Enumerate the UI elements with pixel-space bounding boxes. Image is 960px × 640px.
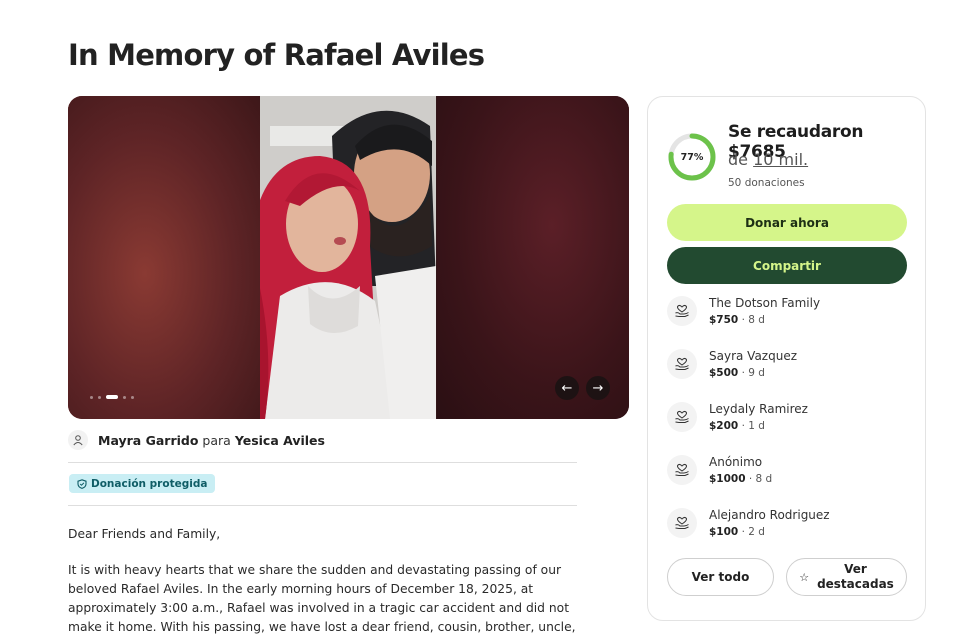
featured-label-line1: Ver	[844, 562, 867, 576]
gallery-backdrop-left	[68, 96, 260, 419]
heart-hand-icon	[667, 402, 697, 432]
featured-label: Ver destacadas	[817, 562, 894, 592]
donation-sidebar: 77% Se recaudaron $7685 de 10 mil. 50 do…	[647, 96, 926, 621]
recent-donations-list: The Dotson Family $750 · 8 d Sayra Vazqu…	[667, 296, 907, 561]
story-greeting: Dear Friends and Family,	[68, 527, 221, 541]
donor-name: Alejandro Rodriguez	[709, 508, 830, 522]
progress-percent: 77%	[680, 151, 704, 163]
donation-amount: $500	[709, 367, 739, 379]
donation-meta: $100 · 2 d	[709, 526, 765, 538]
donation-meta: $500 · 9 d	[709, 367, 765, 379]
protected-donation-badge[interactable]: Donación protegida	[69, 474, 216, 493]
see-all-button[interactable]: Ver todo	[667, 558, 774, 596]
donation-item: The Dotson Family $750 · 8 d	[667, 296, 907, 349]
person-icon	[68, 430, 88, 450]
slide-dot-active[interactable]	[106, 395, 118, 399]
donation-amount: $100	[709, 526, 739, 538]
heart-hand-icon	[667, 349, 697, 379]
heart-hand-icon	[667, 296, 697, 326]
donor-name: Anónimo	[709, 455, 763, 469]
featured-label-line2: destacadas	[817, 577, 894, 591]
donation-time: · 8 d	[745, 473, 773, 485]
donation-meta: $1000 · 8 d	[709, 473, 772, 485]
couple-photo-illustration	[260, 96, 436, 419]
donation-item: Leydaly Ramirez $200 · 1 d	[667, 402, 907, 455]
slide-dot[interactable]	[131, 395, 134, 399]
next-slide-button[interactable]: →	[586, 376, 610, 400]
arrow-left-icon: ←	[561, 380, 573, 396]
donation-time: · 2 d	[738, 526, 765, 538]
donations-count: 50 donaciones	[728, 177, 805, 189]
arrow-right-icon: →	[592, 380, 604, 396]
donation-time: · 9 d	[738, 367, 765, 379]
donor-name: The Dotson Family	[709, 296, 821, 310]
previous-slide-button[interactable]: ←	[555, 376, 579, 400]
slide-dot[interactable]	[90, 395, 93, 399]
photo-gallery[interactable]: ← →	[68, 96, 629, 419]
goal-prefix: de	[728, 150, 748, 169]
heart-hand-icon	[667, 455, 697, 485]
goal-amount[interactable]: 10 mil.	[753, 150, 808, 169]
story-paragraph: It is with heavy hearts that we share th…	[68, 563, 576, 640]
donor-name: Leydaly Ramirez	[709, 402, 808, 416]
donor-name: Sayra Vazquez	[709, 349, 798, 363]
beneficiary-name[interactable]: Yesica Aviles	[235, 433, 325, 448]
fundraiser-story: Dear Friends and Family, It is with heav…	[68, 525, 583, 640]
organizer-connector: para	[202, 432, 231, 448]
star-icon: ☆	[799, 570, 810, 584]
shield-icon	[77, 478, 87, 489]
heart-hand-icon	[667, 508, 697, 538]
fundraiser-photo[interactable]	[260, 96, 436, 419]
divider	[68, 462, 577, 463]
donate-now-button[interactable]: Donar ahora	[667, 204, 907, 241]
gallery-backdrop-right	[437, 96, 629, 419]
badge-label: Donación protegida	[91, 477, 208, 490]
donation-amount: $750	[709, 314, 739, 326]
slide-indicator[interactable]	[90, 395, 134, 399]
see-featured-button[interactable]: ☆ Ver destacadas	[786, 558, 907, 596]
donation-meta: $200 · 1 d	[709, 420, 765, 432]
donation-time: · 8 d	[738, 314, 765, 326]
goal-text: de 10 mil.	[728, 150, 808, 169]
slide-dot[interactable]	[98, 395, 101, 399]
organizer-line: Mayra Garrido para Yesica Aviles	[68, 430, 325, 450]
donation-time: · 1 d	[738, 420, 765, 432]
slide-dot[interactable]	[123, 395, 126, 399]
donation-item: Alejandro Rodriguez $100 · 2 d	[667, 508, 907, 561]
donation-meta: $750 · 8 d	[709, 314, 765, 326]
divider	[68, 505, 577, 506]
share-button[interactable]: Compartir	[667, 247, 907, 284]
page-title: In Memory of Rafael Aviles	[68, 38, 485, 72]
donation-amount: $1000	[709, 473, 746, 485]
donation-amount: $200	[709, 420, 739, 432]
donation-item: Anónimo $1000 · 8 d	[667, 455, 907, 508]
donation-item: Sayra Vazquez $500 · 9 d	[667, 349, 907, 402]
organizer-name[interactable]: Mayra Garrido	[98, 433, 198, 448]
